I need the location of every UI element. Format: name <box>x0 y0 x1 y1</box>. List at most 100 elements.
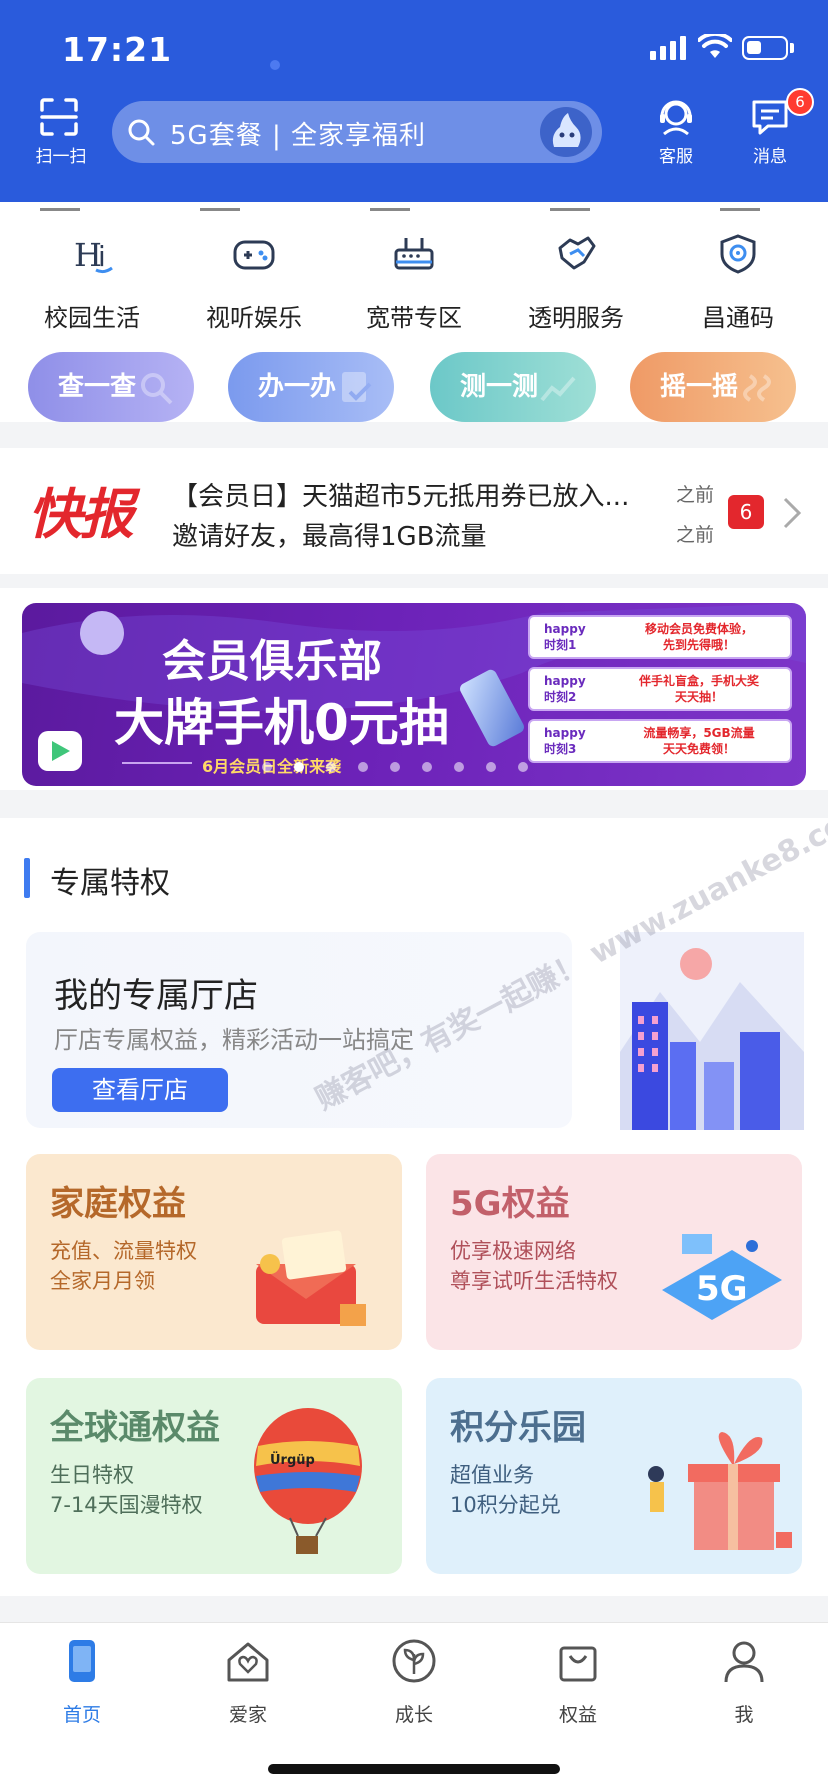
pill-test[interactable]: 测一测 <box>430 352 596 422</box>
pill-label: 查一查 <box>58 372 137 402</box>
shake-wave-icon <box>743 374 771 402</box>
nav-tab-growth[interactable]: 成长 <box>354 1638 474 1727</box>
banner-subtitle-line-left <box>122 762 192 764</box>
pagination-dot[interactable] <box>390 762 400 772</box>
pagination-dot[interactable] <box>454 762 464 772</box>
nav-tab-label: 成长 <box>394 1704 433 1726</box>
icon-item-broadband[interactable]: 宽带专区 <box>334 232 494 333</box>
benefit-card-title: 家庭权益 <box>50 1184 186 1224</box>
wifi-icon <box>698 34 732 58</box>
news-time-2: 之前 <box>676 524 715 546</box>
user-icon <box>724 1641 764 1683</box>
5g-phone-illustration: 5G <box>662 1234 782 1320</box>
scrolled-icon-row-remnant <box>0 202 828 212</box>
home-indicator[interactable] <box>268 1764 560 1774</box>
chevron-right-icon[interactable] <box>782 496 802 530</box>
battery-icon <box>742 36 788 60</box>
service-icon-row: H i 校园生活 视听娱乐 宽带专区 透明服务 昌通码 <box>0 232 828 332</box>
nav-tab-me[interactable]: 我 <box>684 1638 804 1727</box>
mascot-icon[interactable] <box>540 107 592 157</box>
city-illustration <box>620 932 804 1130</box>
news-item-1[interactable]: 【会员日】天猫超市5元抵用券已放入... <box>172 476 629 513</box>
nav-tab-label: 爱家 <box>228 1704 267 1726</box>
video-app-icon <box>38 731 82 771</box>
banner-mascot-icon <box>80 611 124 655</box>
benefit-card-title: 全球通权益 <box>50 1408 220 1448</box>
pill-label: 测一测 <box>460 372 539 402</box>
search-icon <box>128 119 155 146</box>
benefit-card-title: 5G权益 <box>450 1184 570 1224</box>
pagination-dot[interactable] <box>422 762 432 772</box>
happy-text: 移动会员免费体验， 先到先得哦！ <box>644 622 753 652</box>
shield-gear-icon <box>720 234 756 274</box>
pagination-dot[interactable] <box>262 762 272 772</box>
message-label[interactable]: 消息 <box>740 142 800 167</box>
benefit-card-5g[interactable]: 5G权益 优享极速网络 尊享试听生活特权 5G <box>426 1154 802 1350</box>
pagination-dot[interactable] <box>358 762 368 772</box>
pagination-dot[interactable] <box>294 762 304 772</box>
benefit-card-sub1: 充值、流量特权 <box>50 1239 197 1263</box>
router-icon <box>394 238 434 270</box>
benefit-card-sub1: 超值业务 <box>450 1463 534 1487</box>
benefit-card-title: 积分乐园 <box>450 1408 586 1448</box>
house-heart-icon <box>227 1642 269 1682</box>
section-divider <box>0 422 828 448</box>
pagination-dot[interactable] <box>486 762 496 772</box>
icon-item-changtong-code[interactable]: 昌通码 <box>658 232 818 333</box>
section-divider <box>0 1596 828 1622</box>
benefit-card-sub1: 生日特权 <box>50 1463 134 1487</box>
pill-query[interactable]: 查一查 <box>28 352 194 422</box>
gamepad-icon <box>233 240 275 270</box>
pill-handle[interactable]: 办一办 <box>228 352 394 422</box>
promo-banner[interactable]: 会员俱乐部 大牌手机0元抽 6月会员日全新来袭 happy 时刻1 移动会员免费… <box>22 603 806 786</box>
news-flash-logo: 快报 <box>28 482 134 546</box>
handshake-icon <box>558 236 596 270</box>
magnifier-icon <box>141 373 173 405</box>
benefit-card-sub2: 7-14天国漫特权 <box>50 1493 203 1517</box>
gift-box-illustration <box>648 1432 792 1550</box>
benefit-card-sub2: 10积分起兑 <box>450 1493 561 1517</box>
section-divider <box>0 574 828 588</box>
icon-item-entertainment[interactable]: 视听娱乐 <box>174 232 334 333</box>
icon-item-label: 昌通码 <box>702 304 774 332</box>
benefit-card-family[interactable]: 家庭权益 充值、流量特权 全家月月领 <box>26 1154 402 1350</box>
news-item-2[interactable]: 邀请好友，最高得1GB流量 <box>172 516 487 553</box>
svg-text:5G: 5G <box>696 1269 748 1309</box>
happy-tag: happy 时刻3 <box>544 726 586 756</box>
customer-service-label[interactable]: 客服 <box>646 142 706 167</box>
happy-card-2: happy 时刻2 伴手礼盲盒，手机大奖 天天抽！ <box>528 667 792 711</box>
benefit-card-global[interactable]: 全球通权益 生日特权 7-14天国漫特权 Ürgüp <box>26 1378 402 1574</box>
nav-tab-family[interactable]: 爱家 <box>188 1638 308 1727</box>
camera-dot <box>270 60 280 70</box>
scan-label[interactable]: 扫一扫 <box>30 142 92 167</box>
shopping-bag-icon <box>559 1646 597 1682</box>
pagination-dot[interactable] <box>326 762 336 772</box>
search-bar[interactable]: 5G套餐 | 全家享福利 <box>112 101 602 163</box>
icon-item-campus[interactable]: H i 校园生活 <box>12 232 172 333</box>
view-store-button[interactable]: 查看厅店 <box>52 1068 228 1112</box>
nav-tab-benefits[interactable]: 权益 <box>518 1638 638 1727</box>
hot-air-balloon-illustration: Ürgüp <box>254 1408 362 1554</box>
section-divider <box>0 790 828 818</box>
pill-shake[interactable]: 摇一摇 <box>630 352 796 422</box>
happy-text: 流量畅享，5GB流量 天天免费领！ <box>643 726 755 756</box>
icon-item-label: 宽带专区 <box>366 304 462 332</box>
nav-tab-home[interactable]: 首页 <box>22 1638 142 1727</box>
icon-item-label: 透明服务 <box>528 304 624 332</box>
message-icon[interactable] <box>750 98 790 136</box>
pagination-dot[interactable] <box>518 762 528 772</box>
section-title: 专属特权 <box>50 866 170 901</box>
section-accent-bar <box>24 858 30 898</box>
nav-tab-label: 首页 <box>62 1704 101 1726</box>
message-badge: 6 <box>786 88 814 116</box>
happy-text: 伴手礼盲盒，手机大奖 天天抽！ <box>638 674 759 704</box>
icon-item-label: 校园生活 <box>44 304 140 332</box>
nav-tab-label: 权益 <box>558 1704 597 1726</box>
customer-service-icon[interactable] <box>656 96 696 136</box>
bottom-nav-border <box>0 1622 828 1623</box>
benefit-card-points[interactable]: 积分乐园 超值业务 10积分起兑 <box>426 1378 802 1574</box>
pill-label: 摇一摇 <box>660 372 739 402</box>
icon-item-transparent-service[interactable]: 透明服务 <box>496 232 656 333</box>
scan-icon[interactable] <box>40 98 78 136</box>
icon-item-label: 视听娱乐 <box>206 304 302 332</box>
